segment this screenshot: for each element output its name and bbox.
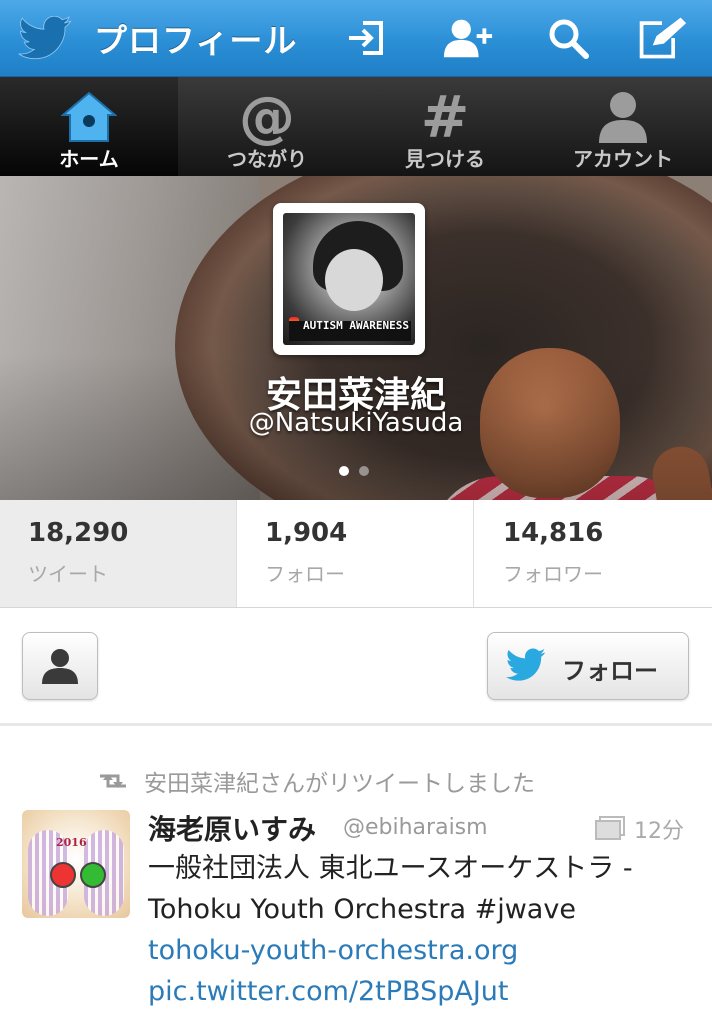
search-button[interactable] [542,12,594,64]
tab-discover-label: 見つける [405,147,485,171]
retweet-icon [100,774,126,788]
stat-label: フォロー [265,562,345,586]
twitter-bird-icon [18,15,72,60]
profile-avatar[interactable]: AUTISM AWARENESS [273,203,425,355]
svg-text:#: # [421,89,470,145]
person-icon [534,89,712,145]
tweet-time: 12分 [634,819,684,844]
top-navigation-bar: プロフィール [0,0,712,77]
avatar-badge-text: AUTISM AWARENESS [289,320,411,341]
person-icon [42,649,78,684]
page-dot[interactable] [339,466,349,476]
tab-connect[interactable]: @ つながり [178,77,356,176]
profile-options-button[interactable] [22,632,98,700]
stat-value: 18,290 [28,518,129,548]
home-icon [0,89,178,145]
follow-button[interactable]: フォロー [487,632,689,700]
stat-followers[interactable]: 14,816 フォロワー [475,500,712,607]
add-user-button[interactable] [442,12,494,64]
page-title: プロフィール [94,21,298,60]
page-indicator[interactable] [339,466,369,476]
media-icon [594,816,626,844]
compose-icon [639,17,687,59]
sign-in-icon [349,21,383,55]
page-dot[interactable] [359,466,369,476]
tab-connect-label: つながり [227,147,307,171]
tweet-media-link[interactable]: pic.twitter.com/2tPBSpAJut [148,971,708,1012]
tweet-author-avatar[interactable]: 2016 [22,810,130,918]
stat-following[interactable]: 1,904 フォロー [237,500,474,607]
follow-button-label: フォロー [562,657,658,685]
retweet-notice-text: 安田菜津紀さんがリツイートしました [144,771,535,797]
avatar-year-text: 2016 [56,836,87,849]
svg-text:@: @ [239,88,295,146]
tab-home[interactable]: ホーム [0,77,178,176]
tweet-item[interactable]: 安田菜津紀さんがリツイートしました 2016 海老原いすみ @ebiharais… [0,734,712,1024]
tweet-text: 一般社団法人 東北ユースオーケストラ - Tohoku Youth Orches… [148,848,708,1012]
compose-button[interactable] [636,12,688,64]
search-icon [549,19,589,59]
add-user-icon [443,19,493,58]
stat-value: 14,816 [503,518,604,548]
stat-value: 1,904 [265,518,348,548]
tweet-author-name[interactable]: 海老原いすみ [148,808,316,848]
retweet-notice: 安田菜津紀さんがリツイートしました [96,764,535,798]
at-icon: @ [178,88,356,146]
tab-bar: ホーム @ つながり # 見つける アカウント [0,77,712,176]
stat-tweets[interactable]: 18,290 ツイート [0,500,237,607]
stat-label: ツイート [28,562,108,586]
tab-discover[interactable]: # 見つける [356,77,534,176]
sign-in-button[interactable] [340,12,392,64]
twitter-bird-icon [506,648,546,686]
tab-account[interactable]: アカウント [534,77,712,176]
tweet-author-handle[interactable]: @ebiharaism [343,815,488,840]
stat-label: フォロワー [503,562,603,586]
profile-handle: @NatsukiYasuda [248,408,464,438]
profile-actions: フォロー [0,608,712,726]
tab-home-label: ホーム [59,147,119,171]
profile-stats: 18,290 ツイート 1,904 フォロー 14,816 フォロワー [0,500,712,608]
tab-account-label: アカウント [573,147,673,171]
hash-icon: # [356,89,534,145]
tweet-body: 一般社団法人 東北ユースオーケストラ - Tohoku Youth Orches… [148,853,633,925]
tweet-link[interactable]: tohoku-youth-orchestra.org [148,930,708,971]
